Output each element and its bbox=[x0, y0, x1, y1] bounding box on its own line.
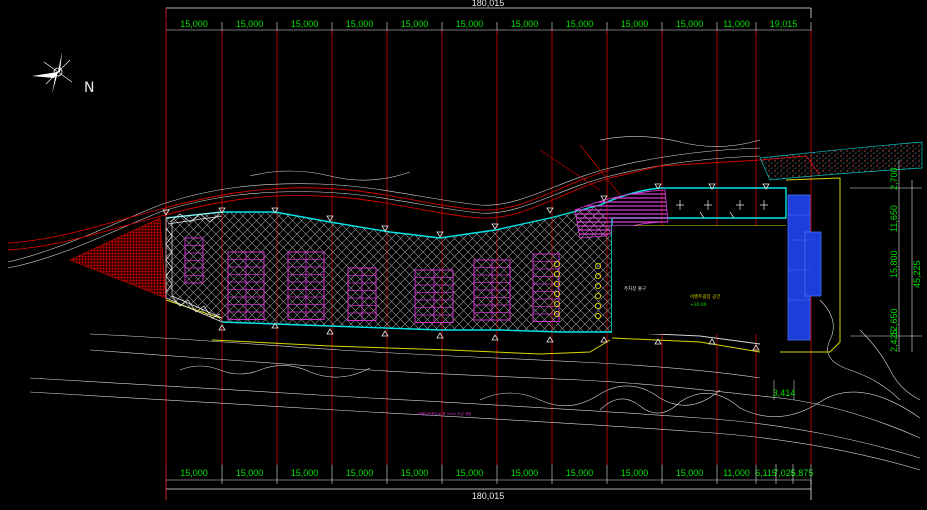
right-dimension-chain: 11,650 2,700 15,800 45,225 12,650 2,425 bbox=[850, 160, 922, 352]
grid-marker bbox=[600, 336, 608, 343]
bottom-dimension-chain: 180,015 15,000 15,000 15,000 15,000 15,000 15… bbox=[165, 464, 814, 501]
plaza-sublabel: +30.00 bbox=[690, 302, 707, 308]
right-dim-4: 45,225 bbox=[912, 260, 922, 288]
north-arrow bbox=[32, 52, 82, 94]
overall-width-top: 180,015 bbox=[472, 0, 505, 8]
bottom-note: 보행자전용도로 폭 3.0m 조성 예정 bbox=[418, 411, 471, 416]
bottom-bay-label: 15,000 bbox=[291, 468, 319, 478]
bottom-bay-label: 15,000 bbox=[511, 468, 539, 478]
top-bay-label: 15,000 bbox=[676, 19, 704, 29]
top-bay-label: 19,015 bbox=[770, 19, 798, 29]
top-bay-label: 15,000 bbox=[621, 19, 649, 29]
top-bay-label: 15,000 bbox=[236, 19, 264, 29]
bottom-bay-label: 15,000 bbox=[676, 468, 704, 478]
small-dim-label: 3,414 bbox=[773, 388, 796, 398]
top-bay-label: 11,000 bbox=[723, 19, 750, 29]
bottom-bay-label: 15,000 bbox=[180, 468, 208, 478]
top-bay-label: 15,000 bbox=[511, 19, 539, 29]
cad-site-plan: 180,015 15,000 15,000 15,000 15,000 15,000 15… bbox=[7, 0, 923, 501]
bottom-bay-label: 15,000 bbox=[236, 468, 264, 478]
bottom-bay-label: 15,000 bbox=[621, 468, 649, 478]
north-label: N bbox=[84, 80, 94, 96]
top-dimension-chain: 180,015 15,000 15,000 15,000 15,000 15,000 15… bbox=[165, 0, 812, 34]
bottom-bay-label: 15,000 bbox=[346, 468, 374, 478]
top-bay-label: 15,000 bbox=[180, 19, 208, 29]
right-dim-6: 2,425 bbox=[889, 329, 899, 352]
grid-marker bbox=[708, 338, 716, 345]
bottom-bay-label: 5,875 bbox=[791, 468, 814, 478]
top-bay-label: 15,000 bbox=[291, 19, 319, 29]
bottom-bay-label: 15,000 bbox=[401, 468, 429, 478]
bottom-bay-label: 11,000 bbox=[723, 468, 750, 478]
plaza-area bbox=[612, 226, 786, 334]
small-dimension: 3,414 bbox=[773, 380, 796, 400]
bottom-bay-label: 15,000 bbox=[456, 468, 484, 478]
site-hatched-area bbox=[166, 205, 612, 332]
right-dim-2: 2,700 bbox=[889, 167, 899, 190]
blue-building bbox=[787, 194, 822, 341]
bottom-bay-label: 15,000 bbox=[566, 468, 594, 478]
top-bay-label: 15,000 bbox=[401, 19, 429, 29]
parking-exit-label: 주차장 출구 bbox=[624, 285, 646, 292]
top-bay-label: 15,000 bbox=[456, 19, 484, 29]
plaza-label: 이벤트광장 공간 bbox=[690, 293, 720, 300]
top-bay-label: 15,000 bbox=[346, 19, 374, 29]
plaza-strip-marks bbox=[676, 200, 768, 219]
top-bay-label: 15,000 bbox=[566, 19, 594, 29]
overall-width-bottom: 180,015 bbox=[472, 491, 505, 501]
right-dim-1: 11,650 bbox=[889, 205, 899, 232]
right-dim-3: 15,800 bbox=[889, 250, 899, 278]
